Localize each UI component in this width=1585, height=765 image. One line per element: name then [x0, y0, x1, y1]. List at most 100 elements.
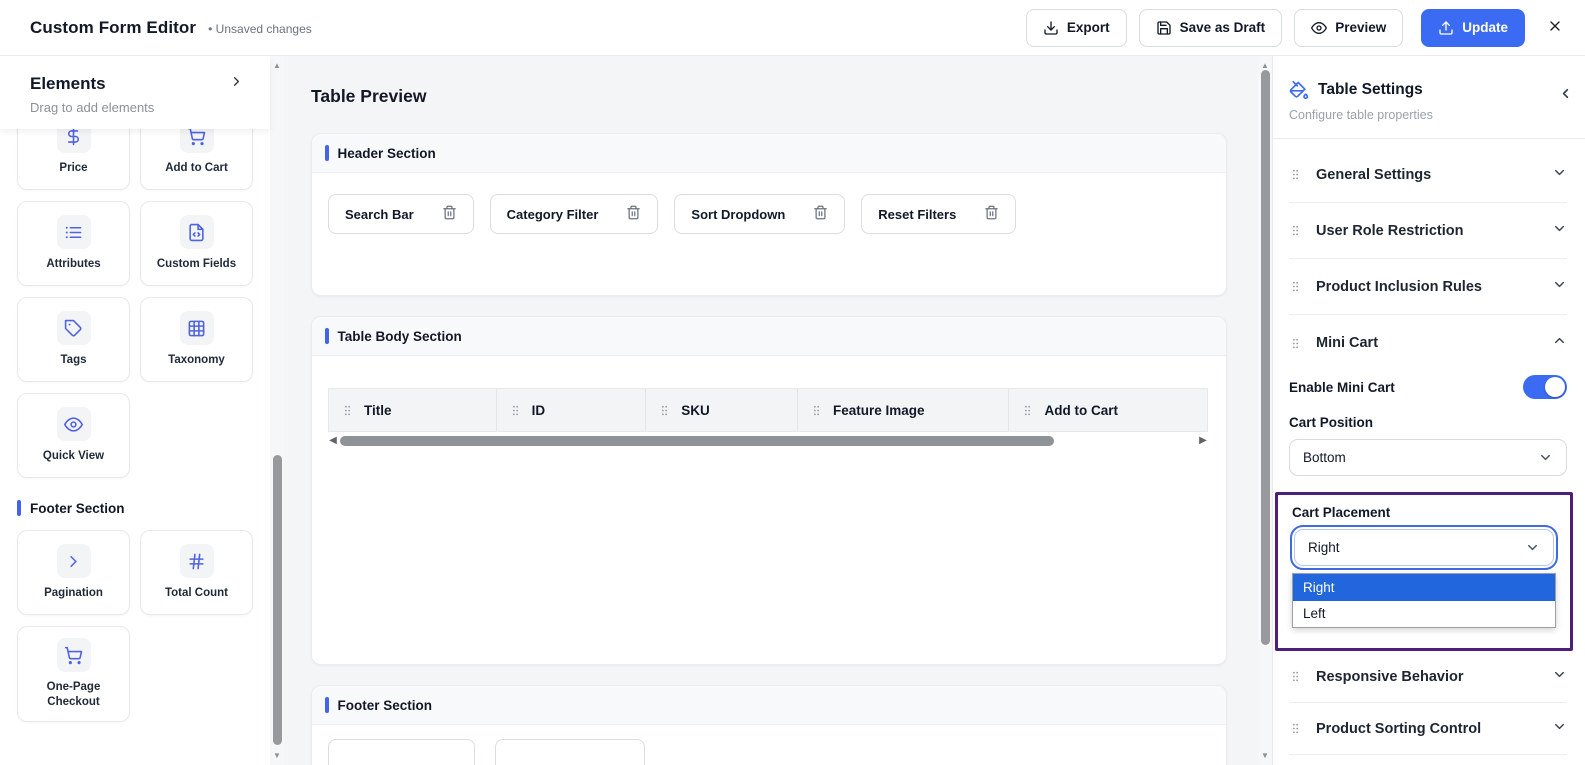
- scroll-down-arrow[interactable]: ▼: [270, 748, 284, 763]
- table-column-sku[interactable]: SKU: [646, 389, 798, 431]
- grip-icon: [810, 404, 823, 417]
- chip-reset-filters[interactable]: Reset Filters: [861, 194, 1016, 234]
- accordion-row-mini-cart[interactable]: Mini Cart: [1289, 315, 1567, 371]
- accordion-row-general-settings[interactable]: General Settings: [1289, 147, 1567, 203]
- element-card-one-page-checkout[interactable]: One-Page Checkout: [17, 626, 130, 722]
- enable-mini-cart-toggle[interactable]: [1523, 375, 1567, 399]
- chevron-down-icon: [1552, 719, 1567, 734]
- update-button-label: Update: [1462, 20, 1508, 35]
- cart-position-select[interactable]: Bottom: [1289, 439, 1567, 476]
- topbar-actions: Export Save as Draft Preview Update: [1026, 9, 1563, 47]
- chip-search-bar[interactable]: Search Bar: [328, 194, 474, 234]
- trash-icon: [442, 205, 457, 220]
- table-column-id[interactable]: ID: [497, 389, 647, 431]
- element-card-pagination[interactable]: Pagination: [17, 530, 130, 615]
- element-card-taxonomy[interactable]: Taxonomy: [140, 297, 253, 382]
- element-icon-box: [57, 407, 91, 441]
- cart-icon: [64, 646, 83, 665]
- footer-section-titlebar[interactable]: Footer Section: [312, 686, 1226, 725]
- chevron-down-icon-slot[interactable]: [1552, 719, 1567, 739]
- chip-category-filter[interactable]: Category Filter: [490, 194, 659, 234]
- scroll-right-arrow[interactable]: ▶: [1198, 436, 1208, 446]
- section-bar: [325, 328, 329, 344]
- settings-panel-title: Table Settings: [1318, 81, 1423, 99]
- accordion-label: Product Sorting Control: [1316, 721, 1481, 737]
- delete-chip-button[interactable]: [984, 205, 999, 223]
- elements-collapse-button[interactable]: [229, 74, 244, 94]
- save-as-draft-button[interactable]: Save as Draft: [1139, 9, 1283, 47]
- accordion-label: General Settings: [1316, 167, 1431, 183]
- settings-panel-header: Table Settings Configure table propertie…: [1273, 56, 1585, 139]
- scrollbar-thumb[interactable]: [340, 436, 1054, 446]
- header-section-titlebar[interactable]: Header Section: [312, 134, 1226, 173]
- footer-section-group-label: Footer Section: [17, 500, 270, 516]
- delete-chip-button[interactable]: [813, 205, 828, 223]
- accordion-label: Mini Cart: [1316, 335, 1378, 351]
- footer-chips: [312, 725, 1226, 765]
- chevron-up-icon-slot[interactable]: [1552, 333, 1567, 353]
- accordion-row-product-inclusion-rules[interactable]: Product Inclusion Rules: [1289, 259, 1567, 315]
- scroll-down-arrow[interactable]: ▼: [1258, 748, 1272, 763]
- elements-panel-subtitle: Drag to add elements: [30, 100, 244, 115]
- element-icon-box: [57, 544, 91, 578]
- chevron-down-icon: [1538, 450, 1553, 465]
- element-card-label: Attributes: [46, 257, 100, 272]
- scrollbar-thumb[interactable]: [273, 455, 282, 745]
- scroll-up-arrow[interactable]: ▲: [270, 58, 284, 73]
- table-column-title[interactable]: Title: [329, 389, 497, 431]
- sidebar-scrollbar[interactable]: ▲ ▼: [270, 56, 284, 765]
- element-icon-box: [180, 544, 214, 578]
- export-button-label: Export: [1067, 20, 1110, 35]
- scroll-left-arrow[interactable]: ◀: [328, 436, 338, 446]
- element-card-total-count[interactable]: Total Count: [140, 530, 253, 615]
- chevron-down-icon-slot[interactable]: [1552, 277, 1567, 297]
- export-button[interactable]: Export: [1026, 9, 1127, 47]
- enable-mini-cart-label: Enable Mini Cart: [1289, 380, 1395, 395]
- table-column-feature-image[interactable]: Feature Image: [798, 389, 1010, 431]
- chevron-left-icon: [1558, 86, 1573, 101]
- chevron-down-icon-slot[interactable]: [1552, 165, 1567, 185]
- element-card-custom-fields[interactable]: Custom Fields: [140, 201, 253, 286]
- chevron-down-icon-slot[interactable]: [1552, 667, 1567, 687]
- cart-placement-value: Right: [1308, 540, 1340, 555]
- elements-sidebar-content: Elements Drag to add elements PriceAdd t…: [0, 56, 284, 765]
- delete-chip-button[interactable]: [442, 205, 457, 223]
- dollar-icon: [64, 127, 83, 146]
- element-card-attributes[interactable]: Attributes: [17, 201, 130, 286]
- grid-icon: [187, 319, 206, 338]
- element-card-tags[interactable]: Tags: [17, 297, 130, 382]
- delete-chip-button[interactable]: [626, 205, 641, 223]
- accordion-row-user-role-restriction[interactable]: User Role Restriction: [1289, 203, 1567, 259]
- chevron-right-icon: [229, 74, 244, 89]
- main-scrollbar[interactable]: ▲ ▼: [1258, 56, 1272, 765]
- chevron-down-icon-slot[interactable]: [1552, 221, 1567, 241]
- section-bar: [325, 145, 329, 161]
- footer-section-title: Footer Section: [338, 698, 433, 713]
- element-card-quick-view[interactable]: Quick View: [17, 393, 130, 478]
- preview-button-label: Preview: [1335, 20, 1386, 35]
- dropdown-option-right[interactable]: Right: [1293, 574, 1555, 601]
- table-body-titlebar[interactable]: Table Body Section: [312, 317, 1226, 356]
- table-horizontal-scrollbar[interactable]: ◀ ▶: [328, 434, 1208, 448]
- settings-collapse-button[interactable]: [1558, 86, 1573, 104]
- table-body-empty-area: [328, 448, 1210, 644]
- update-button[interactable]: Update: [1421, 9, 1525, 47]
- scrollbar-track[interactable]: [338, 436, 1198, 447]
- table-column-add-to-cart[interactable]: Add to Cart: [1009, 389, 1207, 431]
- table-body-section-card: Table Body Section TitleIDSKUFeature Ima…: [311, 316, 1227, 665]
- trash-icon: [626, 205, 641, 220]
- section-bar: [325, 697, 329, 713]
- close-button[interactable]: [1547, 18, 1563, 37]
- accordion-row-responsive-behavior[interactable]: Responsive Behavior: [1289, 651, 1567, 703]
- footer-chip[interactable]: [328, 739, 475, 765]
- footer-chip[interactable]: [495, 739, 645, 765]
- grip-icon: [658, 404, 671, 417]
- element-card-label: Tags: [61, 353, 87, 368]
- scrollbar-thumb[interactable]: [1261, 70, 1270, 645]
- preview-button[interactable]: Preview: [1294, 9, 1403, 47]
- chevron-up-icon: [1552, 333, 1567, 348]
- accordion-row-product-sorting-control[interactable]: Product Sorting Control: [1289, 703, 1567, 755]
- cart-placement-select[interactable]: Right: [1294, 529, 1554, 566]
- chip-sort-dropdown[interactable]: Sort Dropdown: [674, 194, 845, 234]
- dropdown-option-left[interactable]: Left: [1293, 601, 1555, 628]
